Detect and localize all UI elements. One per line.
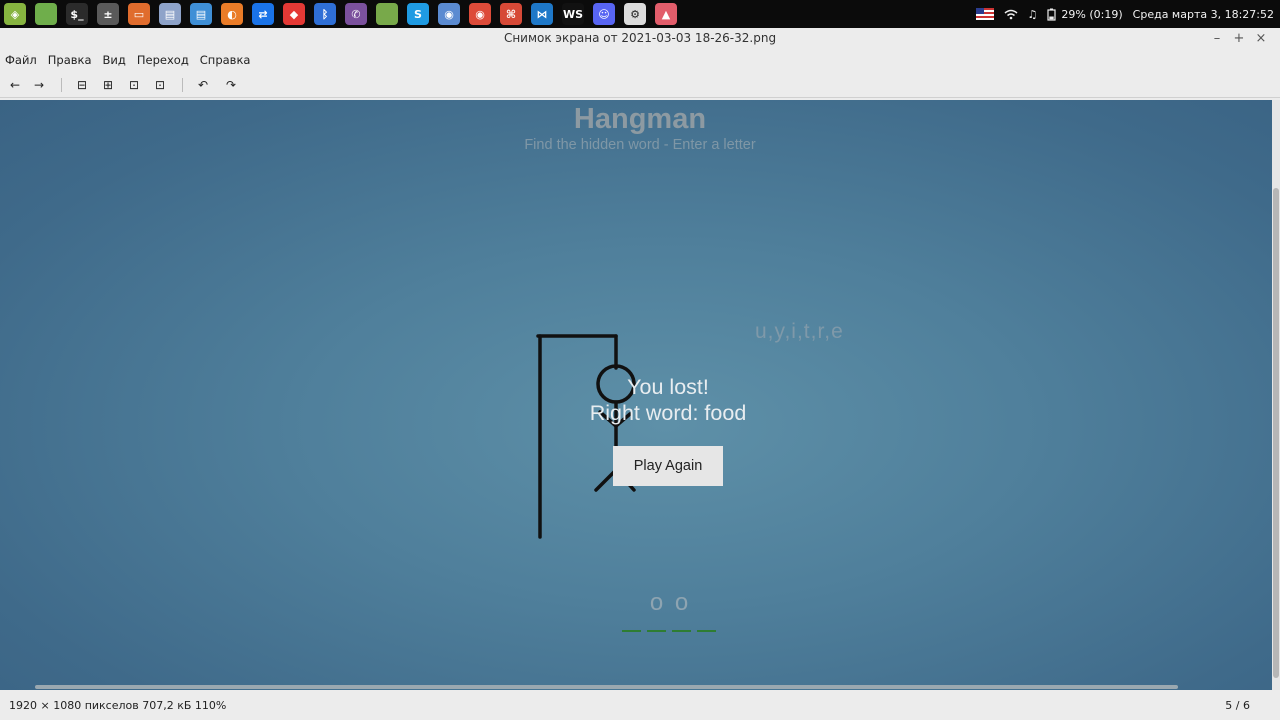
calculator-icon[interactable]: ± (97, 3, 119, 25)
image-info: 1920 × 1080 пикселов 707,2 кБ 110% (9, 699, 227, 712)
keyboard-layout-flag-icon[interactable] (975, 8, 994, 20)
maximize-button[interactable]: + (1228, 28, 1250, 49)
wifi-icon[interactable] (1004, 9, 1018, 20)
battery-label: 29% (0:19) (1061, 7, 1123, 21)
folder-icon[interactable] (376, 3, 398, 25)
toolbar: ← → ⊟ ⊞ ⊡ ⊡ ↶ ↷ (0, 72, 1280, 98)
teamviewer-icon[interactable]: ⇄ (252, 3, 274, 25)
statusbar: 1920 × 1080 пикселов 707,2 кБ 110% 5 / 6 (0, 691, 1280, 720)
page-counter: 5 / 6 (1225, 699, 1250, 712)
menu-file[interactable]: Файл (5, 53, 37, 67)
viber-icon[interactable]: ✆ (345, 3, 367, 25)
mint-menu-icon[interactable]: ◈ (4, 3, 26, 25)
back-arrow-icon[interactable]: ← (7, 78, 23, 92)
letter-slot: o (669, 590, 694, 632)
hidden-word: o o (619, 590, 719, 632)
rotate-left-icon[interactable]: ↶ (195, 78, 211, 92)
menu-go[interactable]: Переход (137, 53, 189, 67)
letter-slot (619, 590, 644, 632)
image-viewer-icon[interactable]: ▲ (655, 3, 677, 25)
forward-arrow-icon[interactable]: → (31, 78, 47, 92)
battery-icon[interactable]: 29% (0:19) (1047, 7, 1123, 21)
vscode-icon[interactable]: ⋈ (531, 3, 553, 25)
letter-slot: o (644, 590, 669, 632)
zoom-in-icon[interactable]: ⊞ (100, 78, 116, 92)
clock[interactable]: Среда марта 3, 18:27:52 (1133, 8, 1274, 21)
skype-icon[interactable]: S (407, 3, 429, 25)
window-titlebar: Снимок экрана от 2021-03-03 18-26-32.png… (0, 28, 1280, 49)
zoom-normal-icon[interactable]: ⊡ (152, 78, 168, 92)
hangman-figure (536, 334, 636, 539)
webstorm-icon[interactable]: WS (562, 3, 584, 25)
close-button[interactable]: × (1250, 28, 1272, 49)
sound-icon[interactable]: ♫ (1028, 8, 1038, 21)
blender-icon[interactable]: ◐ (221, 3, 243, 25)
play-again-button[interactable]: Play Again (613, 446, 723, 486)
app-launcher: ◈ $_ ± ▭ ▤ ▤ ◐ ⇄ ◆ ᛒ ✆ S ◉ ◉ ⌘ ⋈ WS ☺ ⚙ ▲ (0, 0, 686, 28)
rotate-right-icon[interactable]: ↷ (223, 78, 239, 92)
menu-view[interactable]: Вид (103, 53, 126, 67)
zoom-out-icon[interactable]: ⊟ (74, 78, 90, 92)
system-tray: ♫ 29% (0:19) Среда марта 3, 18:27:52 (966, 0, 1274, 28)
image-canvas[interactable]: Hangman Find the hidden word - Enter a l… (0, 100, 1280, 690)
terminal-icon[interactable]: $_ (66, 3, 88, 25)
wrong-letters: u,y,i,t,r,e (755, 320, 844, 343)
menubar: Файл Правка Вид Переход Справка (0, 50, 1280, 70)
files-icon[interactable] (35, 3, 57, 25)
game-subtitle: Find the hidden word - Enter a letter (524, 137, 756, 153)
lost-message: You lost! (627, 375, 709, 399)
vertical-scrollbar[interactable] (1272, 100, 1280, 690)
presentation-icon[interactable]: ▭ (128, 3, 150, 25)
document-viewer-icon[interactable]: ▤ (159, 3, 181, 25)
gitkraken-icon[interactable]: ⌘ (500, 3, 522, 25)
right-word-message: Right word: food (589, 401, 747, 425)
menu-help[interactable]: Справка (200, 53, 251, 67)
zoom-fit-icon[interactable]: ⊡ (126, 78, 142, 92)
window-title: Снимок экрана от 2021-03-03 18-26-32.png (503, 31, 777, 45)
minimize-button[interactable]: – (1206, 28, 1228, 49)
chrome-icon[interactable]: ◉ (469, 3, 491, 25)
anydesk-icon[interactable]: ◆ (283, 3, 305, 25)
letter-slot (694, 590, 719, 632)
horizontal-scrollbar[interactable] (0, 684, 1272, 690)
menu-edit[interactable]: Правка (48, 53, 92, 67)
bluetooth-icon[interactable]: ᛒ (314, 3, 336, 25)
top-panel: ◈ $_ ± ▭ ▤ ▤ ◐ ⇄ ◆ ᛒ ✆ S ◉ ◉ ⌘ ⋈ WS ☺ ⚙ ▲ ♫ 29% (0:19) Сред… (0, 0, 1280, 28)
writer-icon[interactable]: ▤ (190, 3, 212, 25)
chromium-icon[interactable]: ◉ (438, 3, 460, 25)
settings-icon[interactable]: ⚙ (624, 3, 646, 25)
toolbar-separator (61, 77, 62, 92)
discord-icon[interactable]: ☺ (593, 3, 615, 25)
game-title: Hangman (573, 103, 707, 135)
toolbar-separator (182, 77, 183, 92)
